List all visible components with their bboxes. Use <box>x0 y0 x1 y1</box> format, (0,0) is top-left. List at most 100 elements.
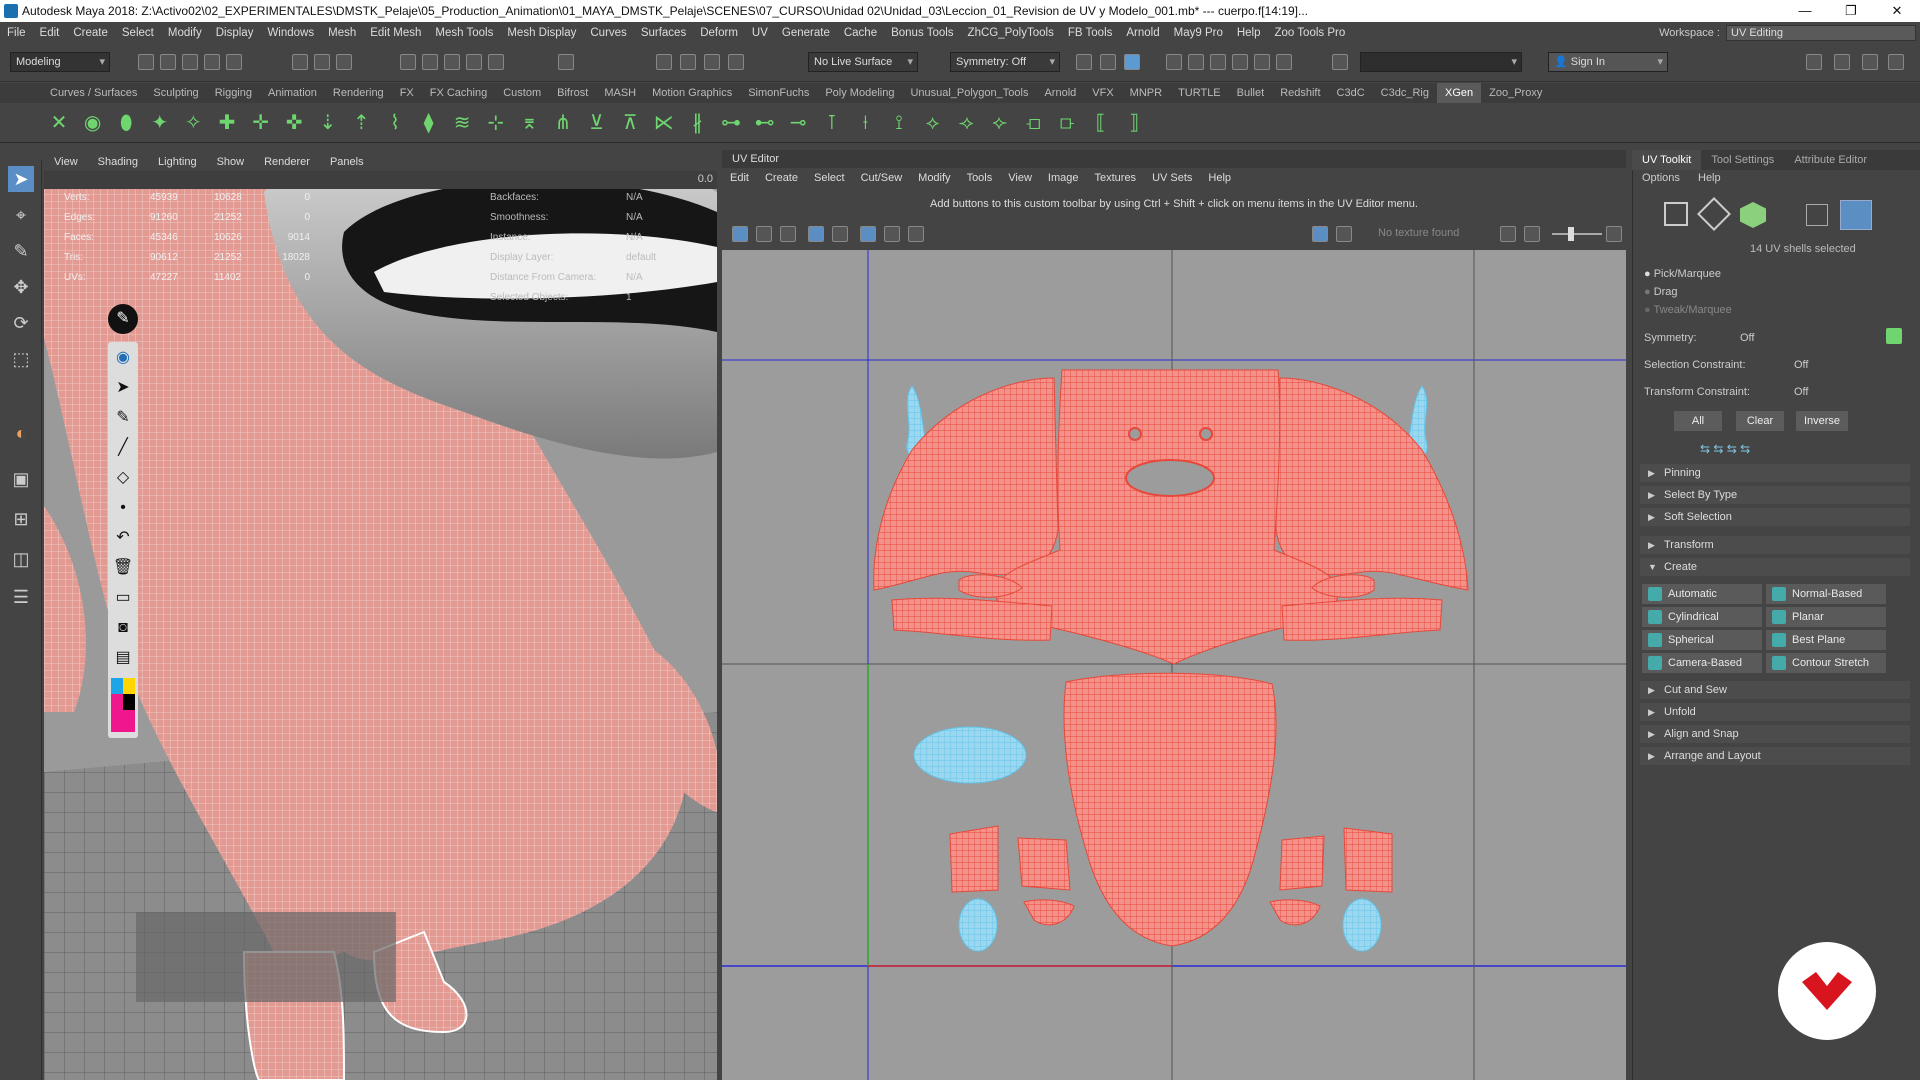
menu-modify[interactable]: Modify <box>161 27 209 39</box>
vp-menu-lighting[interactable]: Lighting <box>148 156 207 168</box>
xgen-tool-icon[interactable]: ⬮ <box>113 110 139 136</box>
xgen-tool-icon[interactable]: ⟣ <box>987 110 1013 136</box>
pencil-icon[interactable]: ✎ <box>111 406 135 430</box>
shelf-tab[interactable]: Curves / Surfaces <box>42 87 145 99</box>
contour-stretch-button[interactable]: Contour Stretch <box>1766 653 1886 673</box>
exposure-icon[interactable] <box>1500 226 1516 242</box>
shelf-tab[interactable]: FX <box>392 87 422 99</box>
shelf-tab[interactable]: Motion Graphics <box>644 87 740 99</box>
shelf-tab[interactable]: MNPR <box>1122 87 1170 99</box>
uv-shelf-icon[interactable] <box>732 226 748 242</box>
select-object-icon[interactable] <box>314 54 330 70</box>
shelf-tab[interactable]: Unusual_Polygon_Tools <box>902 87 1036 99</box>
menu-display[interactable]: Display <box>209 27 261 39</box>
mode-dropdown[interactable]: Modeling <box>10 52 110 72</box>
render-icon[interactable] <box>656 54 672 70</box>
uv-menu-select[interactable]: Select <box>806 172 853 184</box>
snap-grid-icon[interactable] <box>400 54 416 70</box>
move-tool-icon[interactable]: ✥ <box>8 274 34 300</box>
menu-create[interactable]: Create <box>66 27 115 39</box>
xgen-tool-icon[interactable]: ✜ <box>281 110 307 136</box>
menu-mesh-display[interactable]: Mesh Display <box>500 27 583 39</box>
image-display-icon[interactable] <box>1312 226 1328 242</box>
color-swatch-black[interactable] <box>123 694 135 710</box>
shelf-tab[interactable]: Rendering <box>325 87 392 99</box>
menu-select[interactable]: Select <box>115 27 161 39</box>
menu-deform[interactable]: Deform <box>693 27 745 39</box>
xgen-tool-icon[interactable]: ⊸ <box>785 110 811 136</box>
exposure-slider-handle[interactable] <box>1568 227 1574 241</box>
uv-menu-tools[interactable]: Tools <box>959 172 1001 184</box>
modeling-toolkit-icon[interactable] <box>1124 54 1140 70</box>
xgen-tool-icon[interactable]: ⊶ <box>718 110 744 136</box>
vp-menu-view[interactable]: View <box>44 156 88 168</box>
toolkit-menu-options[interactable]: Options <box>1642 172 1680 184</box>
redo-icon[interactable] <box>226 54 242 70</box>
tab-tool-settings[interactable]: Tool Settings <box>1701 154 1784 166</box>
menu-edit-mesh[interactable]: Edit Mesh <box>363 27 428 39</box>
shelf-tab[interactable]: Rigging <box>207 87 260 99</box>
shading-icon[interactable] <box>884 226 900 242</box>
outliner-icon[interactable] <box>1100 54 1116 70</box>
new-scene-icon[interactable] <box>138 54 154 70</box>
xgen-tool-icon[interactable]: ⟟ <box>886 110 912 136</box>
shelf-tab[interactable]: SimonFuchs <box>740 87 817 99</box>
scale-tool-icon[interactable]: ⬚ <box>8 346 34 372</box>
undo-icon[interactable]: ↶ <box>111 526 135 550</box>
line-icon[interactable]: ╱ <box>111 436 135 460</box>
color-swatch-blue[interactable] <box>111 678 123 694</box>
attribute-editor-icon[interactable] <box>1834 54 1850 70</box>
snap-surface-icon[interactable] <box>488 54 504 70</box>
shelf-tab[interactable]: Arnold <box>1036 87 1084 99</box>
menu-zhcg[interactable]: ZhCG_PolyTools <box>961 27 1061 39</box>
shelf-tab[interactable]: C3dc_Rig <box>1373 87 1437 99</box>
vp-menu-panels[interactable]: Panels <box>320 156 374 168</box>
spherical-button[interactable]: Spherical <box>1642 630 1762 650</box>
shelf-tab[interactable]: MASH <box>596 87 644 99</box>
dot-icon[interactable]: • <box>111 496 135 520</box>
xgen-tool-icon[interactable]: ⧫ <box>416 110 442 136</box>
tab-attribute-editor[interactable]: Attribute Editor <box>1784 154 1877 166</box>
lasso-tool-icon[interactable]: ⌖ <box>8 202 34 228</box>
camera-based-button[interactable]: Camera-Based <box>1642 653 1762 673</box>
color-swatch-yellow[interactable] <box>123 678 135 694</box>
tool-settings-icon[interactable] <box>1862 54 1878 70</box>
xgen-tool-icon[interactable]: ✕ <box>46 110 72 136</box>
cylindrical-button[interactable]: Cylindrical <box>1642 607 1762 627</box>
section-create[interactable]: Create <box>1640 558 1910 576</box>
channel-box-icon[interactable] <box>1806 54 1822 70</box>
xgen-tool-icon[interactable]: ✚ <box>214 110 240 136</box>
uv-menu-create[interactable]: Create <box>757 172 806 184</box>
close-button[interactable]: ✕ <box>1874 0 1920 22</box>
open-scene-icon[interactable] <box>160 54 176 70</box>
pen-marker-icon[interactable]: ✎ <box>108 304 138 334</box>
grid-toggle-icon[interactable] <box>860 226 876 242</box>
section-arrange-and-layout[interactable]: Arrange and Layout <box>1640 747 1910 765</box>
uv-canvas[interactable] <box>722 250 1626 1080</box>
uv-menu-help[interactable]: Help <box>1200 172 1239 184</box>
save-scene-icon[interactable] <box>182 54 198 70</box>
uv-shell-mode-icon[interactable] <box>1840 200 1872 230</box>
workspace-dropdown[interactable]: UV Editing <box>1726 25 1916 41</box>
section-cut-and-sew[interactable]: Cut and Sew <box>1640 681 1910 699</box>
eye-icon[interactable]: ◉ <box>111 346 135 370</box>
render-view-icon[interactable] <box>1166 54 1182 70</box>
tab-uv-toolkit[interactable]: UV Toolkit <box>1632 150 1702 170</box>
arrow-icon[interactable]: ➤ <box>111 376 135 400</box>
xgen-tool-icon[interactable]: ⊺ <box>819 110 845 136</box>
shelf-tab[interactable]: VFX <box>1084 87 1121 99</box>
xgen-tool-icon[interactable]: ⊷ <box>752 110 778 136</box>
menu-fb-tools[interactable]: FB Tools <box>1061 27 1120 39</box>
shelf-tab[interactable]: Bifrost <box>549 87 596 99</box>
layout-single-icon[interactable]: ▣ <box>8 466 34 492</box>
layout-two-icon[interactable]: ◫ <box>8 546 34 572</box>
snap-view-icon[interactable] <box>466 54 482 70</box>
automatic-button[interactable]: Automatic <box>1642 584 1762 604</box>
vp-menu-show[interactable]: Show <box>207 156 255 168</box>
minimize-button[interactable]: — <box>1782 0 1828 22</box>
uv-menu-textures[interactable]: Textures <box>1086 172 1144 184</box>
menu-may9[interactable]: May9 Pro <box>1167 27 1230 39</box>
toolkit-menu-help[interactable]: Help <box>1698 172 1721 184</box>
undo-icon[interactable] <box>204 54 220 70</box>
best-plane-button[interactable]: Best Plane <box>1766 630 1886 650</box>
